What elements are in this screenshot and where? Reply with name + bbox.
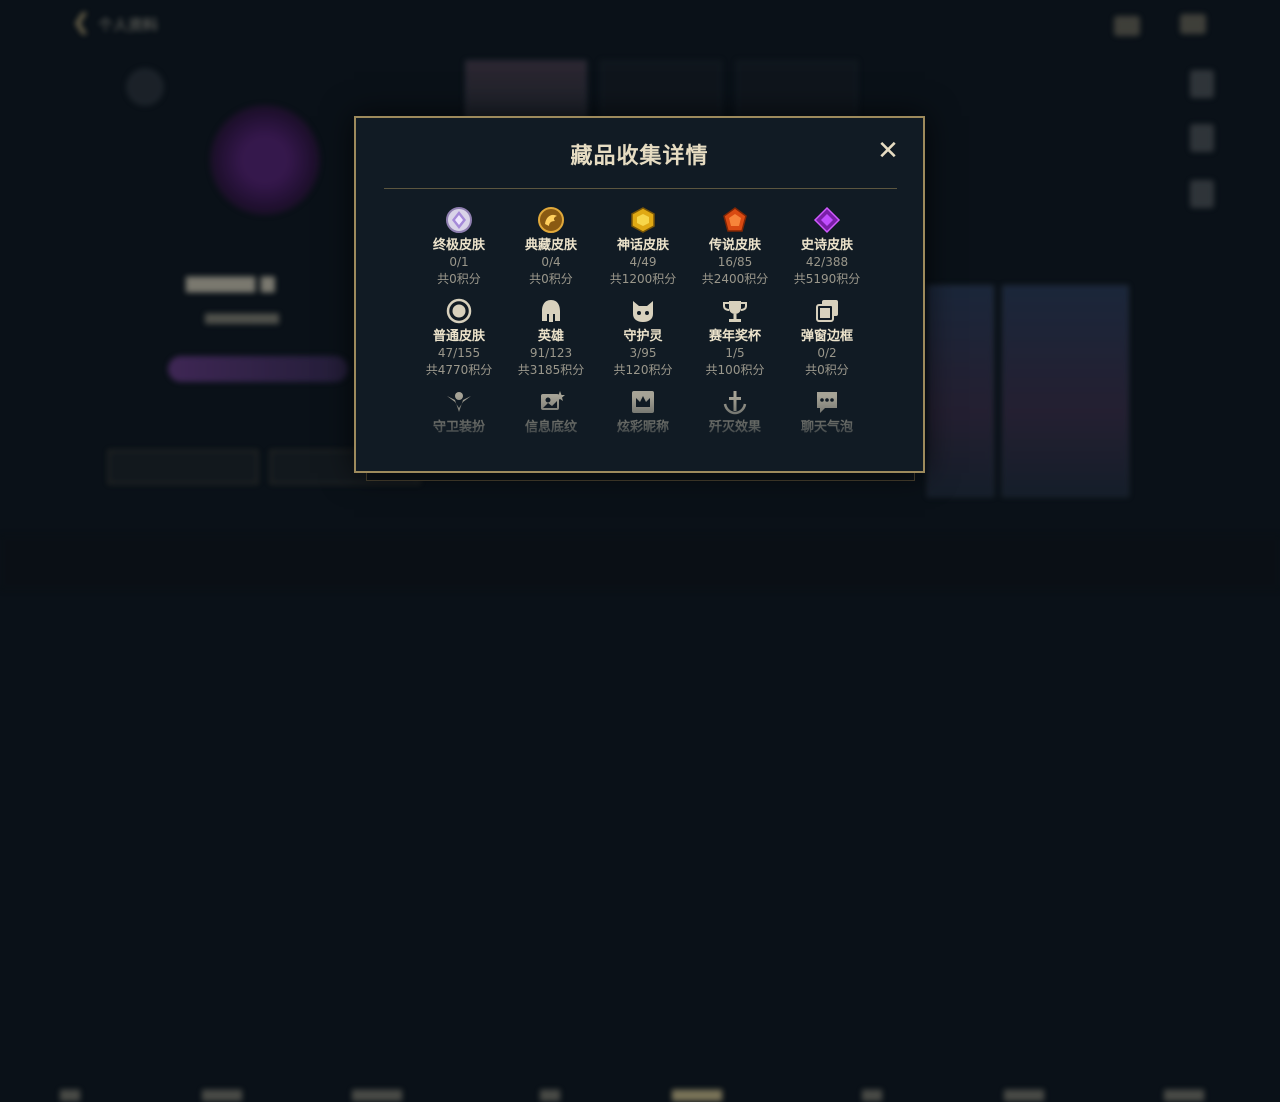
item-label: 守卫装扮: [432, 420, 485, 435]
tab-item[interactable]: ▆▆: [540, 1087, 560, 1102]
item-points: 共1200积分: [609, 272, 677, 286]
side-tool-icon[interactable]: [1190, 124, 1214, 152]
item-points: 共2400积分: [701, 272, 769, 286]
avatar: [210, 105, 320, 215]
modal-title: 藏品收集详情: [570, 144, 709, 169]
collection-item-info-pattern[interactable]: 信息底纹: [505, 388, 597, 436]
skin-card: [600, 60, 722, 122]
ward-skin-icon: [447, 392, 471, 412]
item-count: 1/5: [725, 346, 745, 360]
mythic-skin-icon: [631, 207, 655, 233]
progress-bar-blur: [168, 356, 348, 382]
tab-item[interactable]: ▆▆▆▆: [1004, 1087, 1044, 1102]
player-subtitle-blur: ▆▆▆▆▆▆▆▆: [205, 310, 279, 324]
tab-item[interactable]: ▆▆: [60, 1087, 80, 1102]
item-label: 普通皮肤: [432, 329, 485, 344]
normal-skin-icon: [446, 298, 472, 324]
item-label: 终极皮肤: [432, 238, 485, 253]
collection-item-normal-skin[interactable]: 普通皮肤 47/155 共4770积分: [413, 297, 505, 379]
player-name-blur: ▆▆▆▆▆ ▆: [186, 272, 275, 293]
collection-skin-icon: [538, 207, 564, 233]
guardian-spirit-icon: [633, 301, 653, 322]
item-label: 信息底纹: [524, 420, 577, 435]
item-count: 4/49: [629, 255, 657, 269]
side-tool-icon[interactable]: [1190, 180, 1214, 208]
collection-item-epic-skin[interactable]: 史诗皮肤 42/388 共5190积分: [781, 206, 873, 288]
info-pattern-icon: [541, 391, 565, 410]
tab-item[interactable]: ▆▆: [862, 1087, 882, 1102]
bottom-tab-bar: ▆▆ ▆▆▆▆ ▆▆▆▆▆ ▆▆ ▆▆▆▆▆ ▆▆ ▆▆▆▆ ▆▆▆▆: [0, 535, 1280, 1102]
profile-button[interactable]: [108, 450, 258, 484]
trophy-icon: [723, 301, 747, 322]
item-label: 歼灭效果: [708, 420, 761, 435]
item-count: 16/85: [717, 255, 753, 269]
item-points: 共120积分: [613, 363, 673, 377]
item-count: 91/123: [529, 346, 573, 360]
back-arrow-icon[interactable]: ❮: [72, 10, 90, 35]
collection-details-modal: 藏品收集详情 ✕ 终极皮肤 0/1 共0积分 典藏皮肤 0/4 共0积分 神话皮…: [354, 116, 925, 473]
collection-item-legendary-skin[interactable]: 传说皮肤 16/85 共2400积分: [689, 206, 781, 288]
item-label: 典藏皮肤: [524, 238, 577, 253]
collection-item-annihilation-effect[interactable]: 歼灭效果: [689, 388, 781, 436]
level-badge: [126, 68, 164, 106]
collection-item-collection-skin[interactable]: 典藏皮肤 0/4 共0积分: [505, 206, 597, 288]
legendary-skin-icon: [723, 207, 747, 232]
item-points: 共100积分: [705, 363, 765, 377]
mail-icon[interactable]: [1114, 16, 1140, 36]
epic-skin-icon: [813, 206, 841, 234]
notification-icon[interactable]: [1180, 14, 1206, 34]
item-count: 0/4: [541, 255, 561, 269]
item-label: 传说皮肤: [708, 238, 761, 253]
item-count: 0/2: [817, 346, 837, 360]
item-points: 共0积分: [437, 272, 481, 286]
item-points: 共5190积分: [793, 272, 861, 286]
collection-item-guardian-spirit[interactable]: 守护灵 3/95 共120积分: [597, 297, 689, 379]
item-label: 史诗皮肤: [800, 238, 853, 253]
skin-card: [1002, 285, 1129, 497]
chat-bubble-icon: [817, 392, 837, 413]
item-label: 炫彩昵称: [616, 420, 669, 435]
top-bar: ❮ 个人资料: [0, 0, 1280, 50]
skin-card: [736, 60, 858, 122]
item-label: 赛年奖杯: [708, 329, 761, 344]
item-label: 神话皮肤: [616, 238, 669, 253]
ultimate-skin-icon: [446, 207, 472, 233]
item-label: 聊天气泡: [800, 420, 853, 435]
item-points: 共4770积分: [425, 363, 493, 377]
item-label: 守护灵: [623, 329, 663, 344]
item-points: 共0积分: [805, 363, 849, 377]
item-label: 英雄: [537, 329, 564, 344]
collection-item-ultimate-skin[interactable]: 终极皮肤 0/1 共0积分: [413, 206, 505, 288]
collection-item-mythic-skin[interactable]: 神话皮肤 4/49 共1200积分: [597, 206, 689, 288]
close-button[interactable]: ✕: [875, 138, 901, 164]
tab-item[interactable]: ▆▆▆▆: [202, 1087, 242, 1102]
item-count: 3/95: [629, 346, 657, 360]
tab-item[interactable]: ▆▆▆▆▆: [352, 1087, 402, 1102]
item-points: 共3185积分: [517, 363, 585, 377]
title-divider: [384, 188, 897, 189]
collection-item-hero[interactable]: 英雄 91/123 共3185积分: [505, 297, 597, 379]
item-count: 47/155: [437, 346, 481, 360]
popup-frame-icon: [816, 300, 838, 322]
collection-item-chat-bubble[interactable]: 聊天气泡: [781, 388, 873, 436]
annihilation-effect-icon: [723, 391, 747, 415]
header-title: 个人资料: [98, 16, 159, 34]
tab-item[interactable]: ▆▆▆▆: [1164, 1087, 1204, 1102]
collection-item-season-trophy[interactable]: 赛年奖杯 1/5 共100积分: [689, 297, 781, 379]
collection-item-popup-frame[interactable]: 弹窗边框 0/2 共0积分: [781, 297, 873, 379]
item-points: 共0积分: [529, 272, 573, 286]
item-label: 弹窗边框: [800, 329, 853, 344]
colorful-nickname-icon: [632, 391, 654, 413]
item-count: 0/1: [449, 255, 469, 269]
side-tool-icon[interactable]: [1190, 70, 1214, 98]
hero-helmet-icon: [542, 300, 560, 322]
collection-item-colorful-nickname[interactable]: 炫彩昵称: [597, 388, 689, 436]
skin-card: [465, 60, 587, 122]
item-count: 42/388: [805, 255, 849, 269]
collection-item-ward-skin[interactable]: 守卫装扮: [413, 388, 505, 436]
tab-item-active[interactable]: ▆▆▆▆▆: [672, 1087, 722, 1102]
skin-card: [927, 285, 994, 497]
